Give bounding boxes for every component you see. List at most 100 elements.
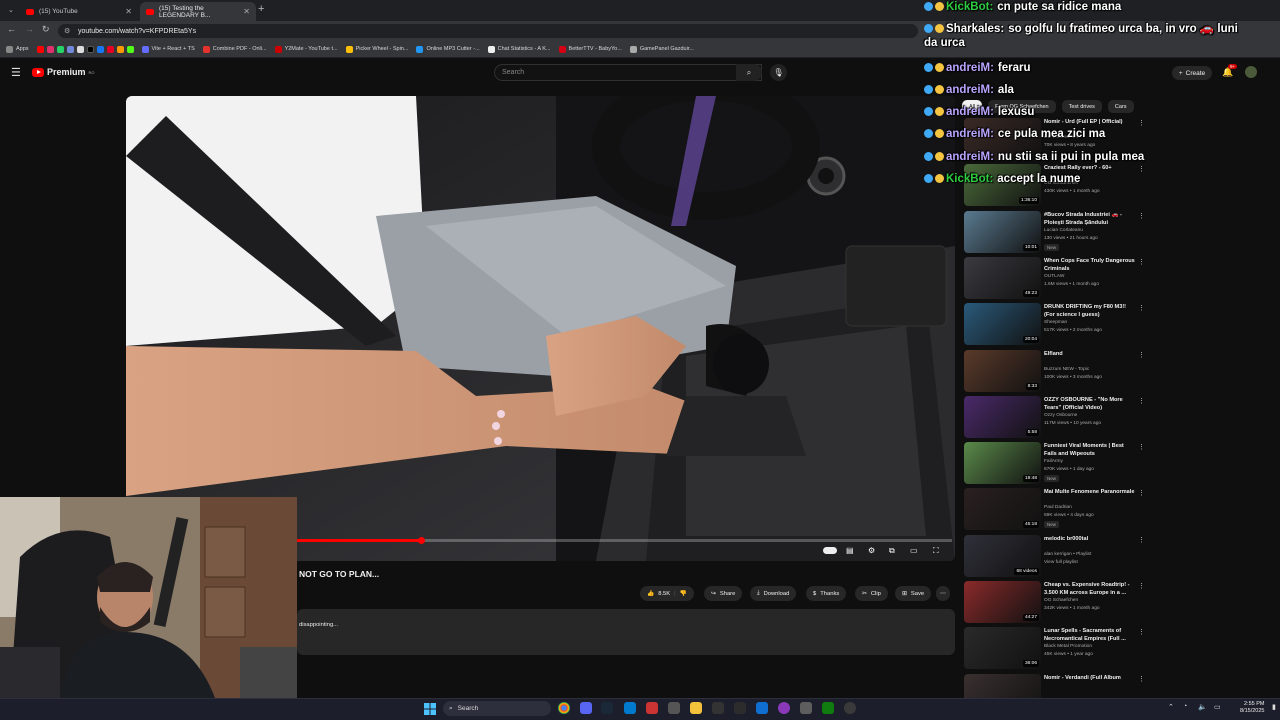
battery-icon[interactable]: ▭	[1214, 703, 1221, 711]
vscode-icon[interactable]	[624, 702, 636, 714]
more-options-icon[interactable]: ⋮	[1138, 443, 1145, 451]
download-button[interactable]: ⤓ Download	[750, 586, 797, 601]
app-icon[interactable]	[778, 702, 790, 714]
clip-button[interactable]: ✂ Clip	[855, 586, 888, 601]
kick-icon[interactable]	[126, 45, 134, 53]
video-thumbnail[interactable]: 8:33	[964, 350, 1041, 392]
tab-search-icon[interactable]: ⌄	[8, 6, 14, 14]
recommendation-item[interactable]: 5:58 OZZY OSBOURNE - "No More Tears" (Off…	[964, 396, 1145, 440]
recommendation-item[interactable]: 20:04 DRUNK DRIFTING my F80 M3!! (For sci…	[964, 303, 1145, 347]
bookmark-gamepanel[interactable]: GamePanel Gazduir...	[629, 45, 694, 53]
video-thumbnail[interactable]: 36:06	[964, 627, 1041, 669]
recommendation-item[interactable]: 19:48 Funniest Viral Moments | Best Fails…	[964, 442, 1145, 486]
recommendation-channel[interactable]: OUTLAW	[1044, 274, 1064, 279]
more-options-icon[interactable]: ⋮	[1138, 582, 1145, 590]
recommendation-channel[interactable]: Paul Dadrian	[1044, 505, 1072, 510]
app-icon[interactable]	[756, 702, 768, 714]
xbox-icon[interactable]	[822, 702, 834, 714]
discord-icon[interactable]	[66, 45, 74, 53]
tools-icon[interactable]	[116, 45, 124, 53]
notification-center-icon[interactable]: ▮	[1272, 703, 1276, 711]
facebook-icon[interactable]	[96, 45, 104, 53]
app-icon[interactable]	[646, 702, 658, 714]
more-options-icon[interactable]: ⋮	[1138, 536, 1145, 544]
more-options-icon[interactable]: ⋮	[1138, 675, 1145, 683]
fullscreen-icon[interactable]: ⛶	[933, 546, 939, 556]
tiktok-icon[interactable]	[86, 45, 94, 53]
app-icon[interactable]	[668, 702, 680, 714]
recommendation-channel[interactable]: Black Metal Promotion	[1044, 644, 1092, 649]
video-thumbnail[interactable]: 5:58	[964, 396, 1041, 438]
recommendation-title[interactable]: OZZY OSBOURNE - "No More Tears" (Officia…	[1044, 396, 1136, 412]
recommendation-title[interactable]: When Cops Face Truly Dangerous Criminals	[1044, 257, 1136, 273]
more-options-icon[interactable]: ⋮	[1138, 489, 1145, 497]
recommendation-item[interactable]: 49:23 When Cops Face Truly Dangerous Crim…	[964, 257, 1145, 301]
like-button[interactable]: 👍 8.5K | 👎	[640, 586, 694, 601]
video-thumbnail[interactable]: 20:04	[964, 303, 1041, 345]
bookmark-vite[interactable]: Vite + React + TS	[141, 45, 195, 53]
recommendation-channel[interactable]: OG Schaefchen	[1044, 598, 1078, 603]
chrome-icon[interactable]	[558, 702, 570, 714]
network-icon[interactable]: ◔	[1183, 703, 1187, 710]
forward-icon[interactable]: →	[25, 24, 34, 34]
save-button[interactable]: ⊞ Save	[895, 586, 932, 601]
recommendation-title[interactable]: #Bucov Strada Industriei 🚗 - Ploiești St…	[1044, 211, 1136, 227]
search-button[interactable]: ⌕	[736, 64, 762, 81]
video-thumbnail[interactable]: 68 videos	[964, 535, 1041, 577]
recommendation-channel[interactable]: Lucian Corlateanu	[1044, 228, 1083, 233]
more-options-icon[interactable]: ⋮	[1138, 351, 1145, 359]
system-clock[interactable]: 2:55 PM 8/15/2025	[1240, 701, 1264, 715]
steam-icon[interactable]	[601, 702, 613, 714]
autoplay-toggle[interactable]	[823, 547, 837, 554]
back-icon[interactable]: ←	[7, 24, 16, 34]
more-options-icon[interactable]: ⋮	[1138, 397, 1145, 405]
taskbar-search[interactable]: ⌕ Search	[443, 701, 551, 716]
bookmark-betterttv[interactable]: BetterTTV - BabyYo...	[558, 45, 622, 53]
reload-icon[interactable]: ↻	[42, 24, 50, 35]
recommendation-title[interactable]: DRUNK DRIFTING my F80 M3!! (For science …	[1044, 303, 1136, 319]
app-icon[interactable]	[712, 702, 724, 714]
tab-video[interactable]: (15) Testing the LEGENDARY B... ✕	[140, 2, 256, 21]
windows-start-icon[interactable]	[424, 702, 436, 715]
menu-icon[interactable]: ☰	[11, 66, 21, 79]
video-thumbnail[interactable]: 49:23	[964, 257, 1041, 299]
settings-icon[interactable]: ⚙	[868, 546, 875, 555]
bookmark-combine-pdf[interactable]: Combine PDF - Onli...	[202, 45, 267, 53]
recommendation-channel[interactable]: Buzzum NEW - Topic	[1044, 367, 1089, 372]
video-thumbnail[interactable]: 10:01	[964, 211, 1041, 253]
recommendation-channel[interactable]: Ozzy Osbourne	[1044, 413, 1077, 418]
site-info-icon[interactable]: ⚙	[64, 27, 70, 35]
more-options-icon[interactable]: ⋮	[1138, 628, 1145, 636]
more-options-icon[interactable]: ⋮	[1138, 212, 1145, 220]
instagram-icon[interactable]	[46, 45, 54, 53]
app-icon[interactable]	[734, 702, 746, 714]
whatsapp-icon[interactable]	[56, 45, 64, 53]
recommendation-channel[interactable]: Sheepman	[1044, 320, 1067, 325]
bookmark-mp3-cutter[interactable]: Online MP3 Cutter -...	[416, 45, 480, 53]
recommendation-item[interactable]: 10:01 #Bucov Strada Industriei 🚗 - Ploieș…	[964, 211, 1145, 255]
address-bar[interactable]: youtube.com/watch?v=KFPDREta5Ys	[58, 24, 918, 38]
microphone-icon[interactable]: 🎙	[770, 64, 787, 81]
recommendation-item[interactable]: 68 videos melodic br000tal alan kerrigan •…	[964, 535, 1145, 579]
recommendation-title[interactable]: Mai Multe Fenomene Paranormale	[1044, 488, 1136, 496]
recommendation-title[interactable]: Nomir - Verdandi (Full Album	[1044, 674, 1136, 682]
bookmark-chat-statistics[interactable]: Chat Statistics - A K...	[487, 45, 551, 53]
recommendation-item[interactable]: 36:06 Lunar Spells - Sacraments of Necrom…	[964, 627, 1145, 671]
more-actions-button[interactable]: ⋯	[936, 586, 950, 601]
youtube-icon[interactable]	[36, 45, 44, 53]
volume-icon[interactable]: 🔈	[1198, 703, 1207, 711]
description-box[interactable]: disappointing...	[297, 609, 955, 655]
recommendation-item[interactable]: 45:18 Mai Multe Fenomene Paranormale Paul …	[964, 488, 1145, 532]
app-icon[interactable]	[844, 702, 856, 714]
search-input[interactable]: Search	[494, 64, 762, 81]
recommendation-item[interactable]: 44:27 Cheap vs. Expensive Roadtrip! - 3.5…	[964, 581, 1145, 625]
youtube-logo[interactable]: Premium RO	[32, 67, 95, 77]
video-thumbnail[interactable]: 44:27	[964, 581, 1041, 623]
miniplayer-icon[interactable]: ⧉	[889, 546, 895, 556]
app-icon[interactable]	[800, 702, 812, 714]
x-icon[interactable]	[76, 45, 84, 53]
thanks-button[interactable]: $ Thanks	[806, 586, 847, 601]
tab-youtube[interactable]: (15) YouTube ✕	[20, 2, 138, 21]
thumbs-down-icon[interactable]: 👎	[680, 591, 687, 597]
bookmark-y2mate[interactable]: Y2Mate - YouTube t...	[274, 45, 338, 53]
